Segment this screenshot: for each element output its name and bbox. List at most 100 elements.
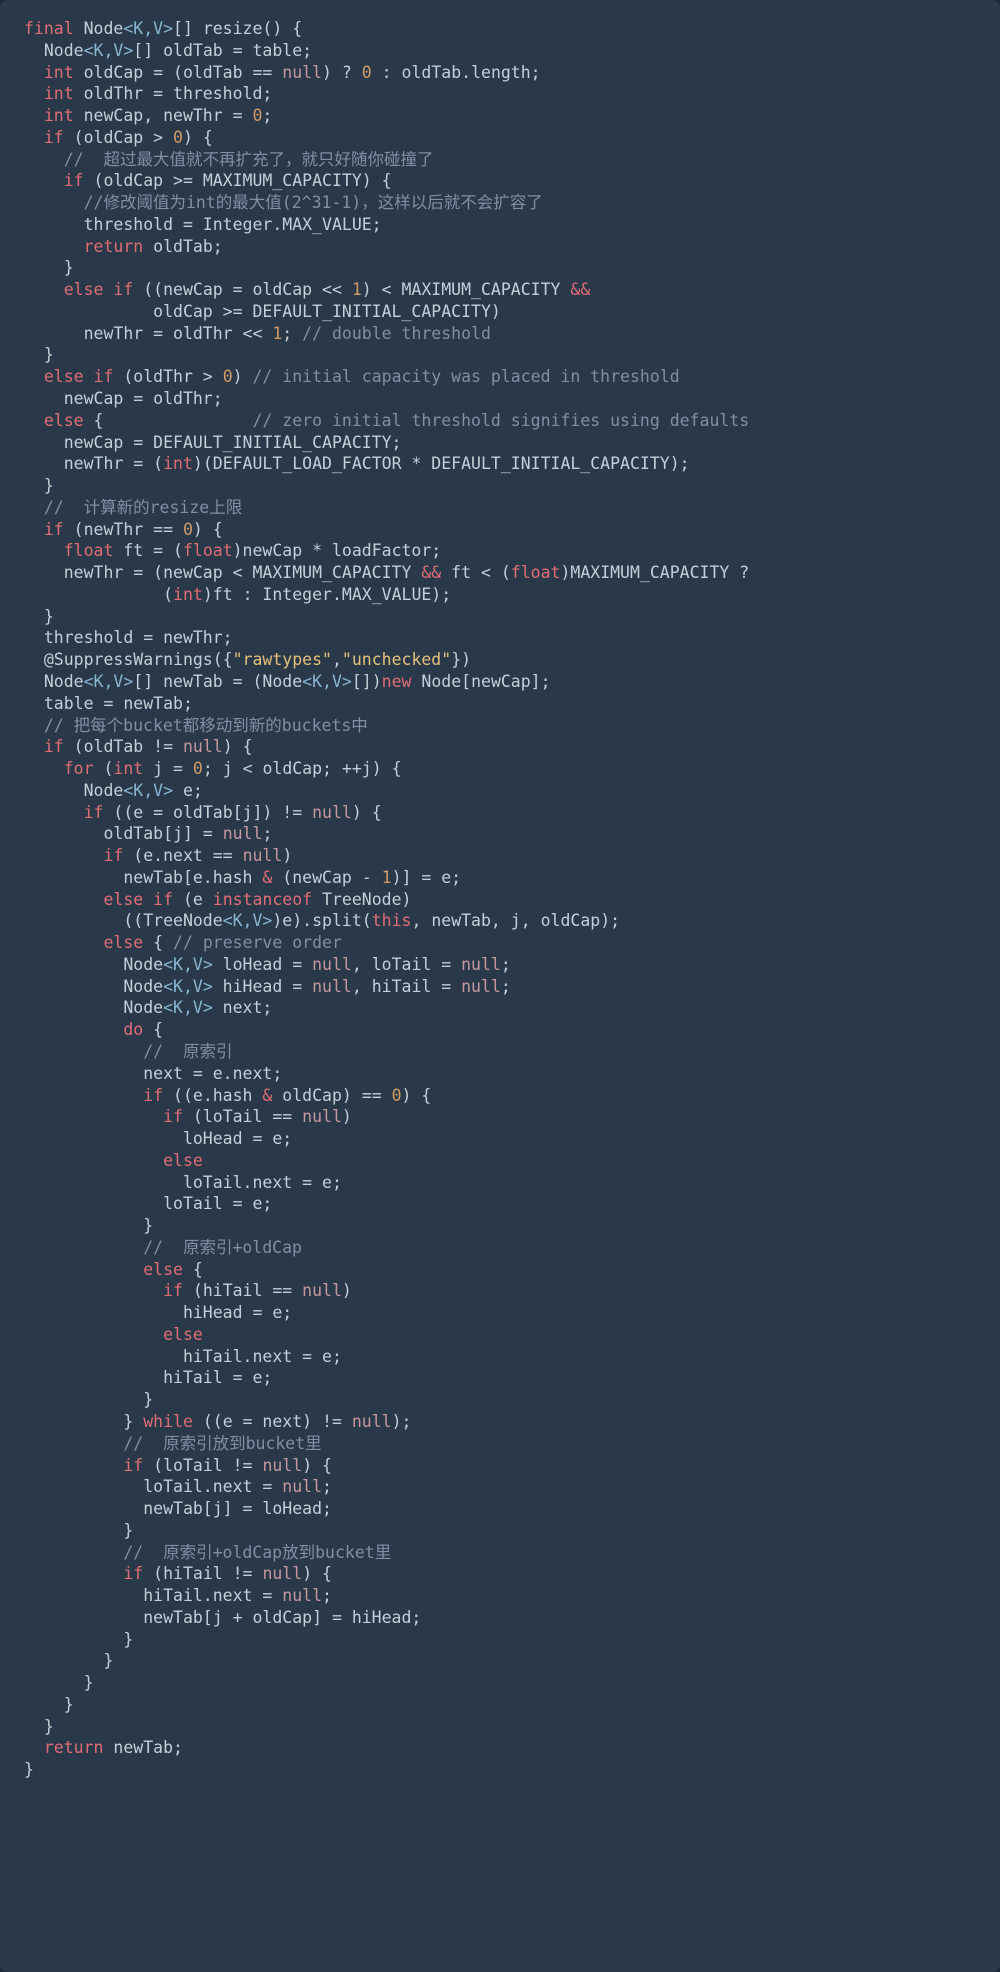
t: loTail = e; bbox=[24, 1194, 272, 1213]
kw: if bbox=[24, 846, 123, 865]
cmt: // zero initial threshold signifies usin… bbox=[253, 411, 750, 430]
t: { bbox=[143, 933, 173, 952]
t: ) { bbox=[193, 520, 223, 539]
kw: int bbox=[163, 454, 193, 473]
t: ) { bbox=[302, 1564, 332, 1583]
t: )newCap * loadFactor; bbox=[233, 541, 442, 560]
n: 0 bbox=[362, 63, 372, 82]
t: ; bbox=[501, 977, 511, 996]
gen: <K,V> bbox=[84, 41, 134, 60]
null: null bbox=[282, 63, 322, 82]
t: (e bbox=[173, 890, 213, 909]
t: newTab; bbox=[103, 1738, 182, 1757]
t: hiHead = e; bbox=[24, 1303, 292, 1322]
op: & bbox=[262, 868, 272, 887]
gen: <K,V> bbox=[123, 781, 173, 800]
kw: else bbox=[24, 411, 84, 430]
t: )MAXIMUM_CAPACITY ? bbox=[560, 563, 749, 582]
kw: do bbox=[24, 1020, 143, 1039]
t: ) { bbox=[402, 1086, 432, 1105]
cmt: // 计算新的resize上限 bbox=[24, 498, 242, 517]
t: ) bbox=[342, 1107, 352, 1126]
t: ; bbox=[322, 1477, 332, 1496]
t: threshold = newThr; bbox=[24, 628, 233, 647]
kw: if bbox=[24, 1456, 143, 1475]
t: Node bbox=[24, 998, 163, 1017]
t: ; bbox=[322, 1586, 332, 1605]
gen: <K,V> bbox=[84, 672, 134, 691]
n: 0 bbox=[223, 367, 233, 386]
kw: this bbox=[372, 911, 412, 930]
gen: <K,V> bbox=[123, 19, 173, 38]
kw: final bbox=[24, 19, 74, 38]
t: }) bbox=[451, 650, 471, 669]
t: (oldThr > bbox=[113, 367, 222, 386]
op: & bbox=[262, 1086, 272, 1105]
t: Node bbox=[24, 672, 84, 691]
t: (newThr == bbox=[64, 520, 183, 539]
kw: if bbox=[24, 1107, 183, 1126]
kw: if bbox=[24, 520, 64, 539]
null: null bbox=[243, 846, 283, 865]
kw: instanceof bbox=[213, 890, 312, 909]
t: } bbox=[24, 607, 54, 626]
n: 0 bbox=[392, 1086, 402, 1105]
kw: return bbox=[24, 1738, 103, 1757]
t: oldCap) == bbox=[272, 1086, 391, 1105]
null: null bbox=[312, 955, 352, 974]
t: loTail.next = bbox=[24, 1477, 282, 1496]
t: } bbox=[24, 476, 54, 495]
t: } bbox=[24, 1760, 34, 1779]
n: 0 bbox=[173, 128, 183, 147]
t: ; bbox=[262, 106, 272, 125]
n: 1 bbox=[382, 868, 392, 887]
kw: if bbox=[24, 1564, 143, 1583]
t: newThr = (newCap < MAXIMUM_CAPACITY bbox=[24, 563, 421, 582]
kw: int bbox=[24, 106, 74, 125]
t: []) bbox=[352, 672, 382, 691]
t: loTail.next = e; bbox=[24, 1173, 342, 1192]
t: { bbox=[143, 1020, 163, 1039]
t: newTab[j] = loHead; bbox=[24, 1499, 332, 1518]
t: [] newTab = (Node bbox=[133, 672, 302, 691]
cmt: // initial capacity was placed in thresh… bbox=[253, 367, 680, 386]
t: newCap = oldThr; bbox=[24, 389, 223, 408]
t: ((TreeNode bbox=[24, 911, 223, 930]
t: , loTail = bbox=[352, 955, 461, 974]
t: ) { bbox=[302, 1456, 332, 1475]
t: j = bbox=[143, 759, 193, 778]
t: ) { bbox=[352, 803, 382, 822]
t: } bbox=[24, 1651, 113, 1670]
t: (hiTail == bbox=[183, 1281, 302, 1300]
str: "unchecked" bbox=[342, 650, 451, 669]
t: oldThr = threshold; bbox=[74, 84, 273, 103]
cmt: // double threshold bbox=[302, 324, 491, 343]
kw: else bbox=[24, 1260, 183, 1279]
cmt: // 原索引+oldCap放到bucket里 bbox=[24, 1543, 391, 1562]
t: Node bbox=[74, 19, 124, 38]
t: hiHead = bbox=[213, 977, 312, 996]
t: oldCap = (oldTab == bbox=[74, 63, 283, 82]
null: null bbox=[302, 1107, 342, 1126]
null: null bbox=[461, 955, 501, 974]
null: null bbox=[312, 977, 352, 996]
t: ((e = oldTab[j]) != bbox=[103, 803, 312, 822]
t: ); bbox=[392, 1412, 412, 1431]
t: ( bbox=[24, 585, 173, 604]
t: ft = ( bbox=[113, 541, 183, 560]
n: 0 bbox=[193, 759, 203, 778]
t: )ft : Integer.MAX_VALUE); bbox=[203, 585, 451, 604]
t: newTab[e.hash bbox=[24, 868, 262, 887]
kw: if bbox=[24, 1086, 163, 1105]
t: } bbox=[24, 1717, 54, 1736]
t: } bbox=[24, 1521, 133, 1540]
t: ft < ( bbox=[441, 563, 511, 582]
t: ) ? bbox=[322, 63, 362, 82]
cmt: // preserve order bbox=[173, 933, 342, 952]
t: } bbox=[24, 1630, 133, 1649]
code-content: final Node<K,V>[] resize() { Node<K,V>[]… bbox=[24, 18, 976, 1781]
t: hiTail = e; bbox=[24, 1368, 272, 1387]
t: threshold = Integer.MAX_VALUE; bbox=[24, 215, 382, 234]
gen: <K,V> bbox=[163, 977, 213, 996]
t: oldTab[j] = bbox=[24, 824, 223, 843]
